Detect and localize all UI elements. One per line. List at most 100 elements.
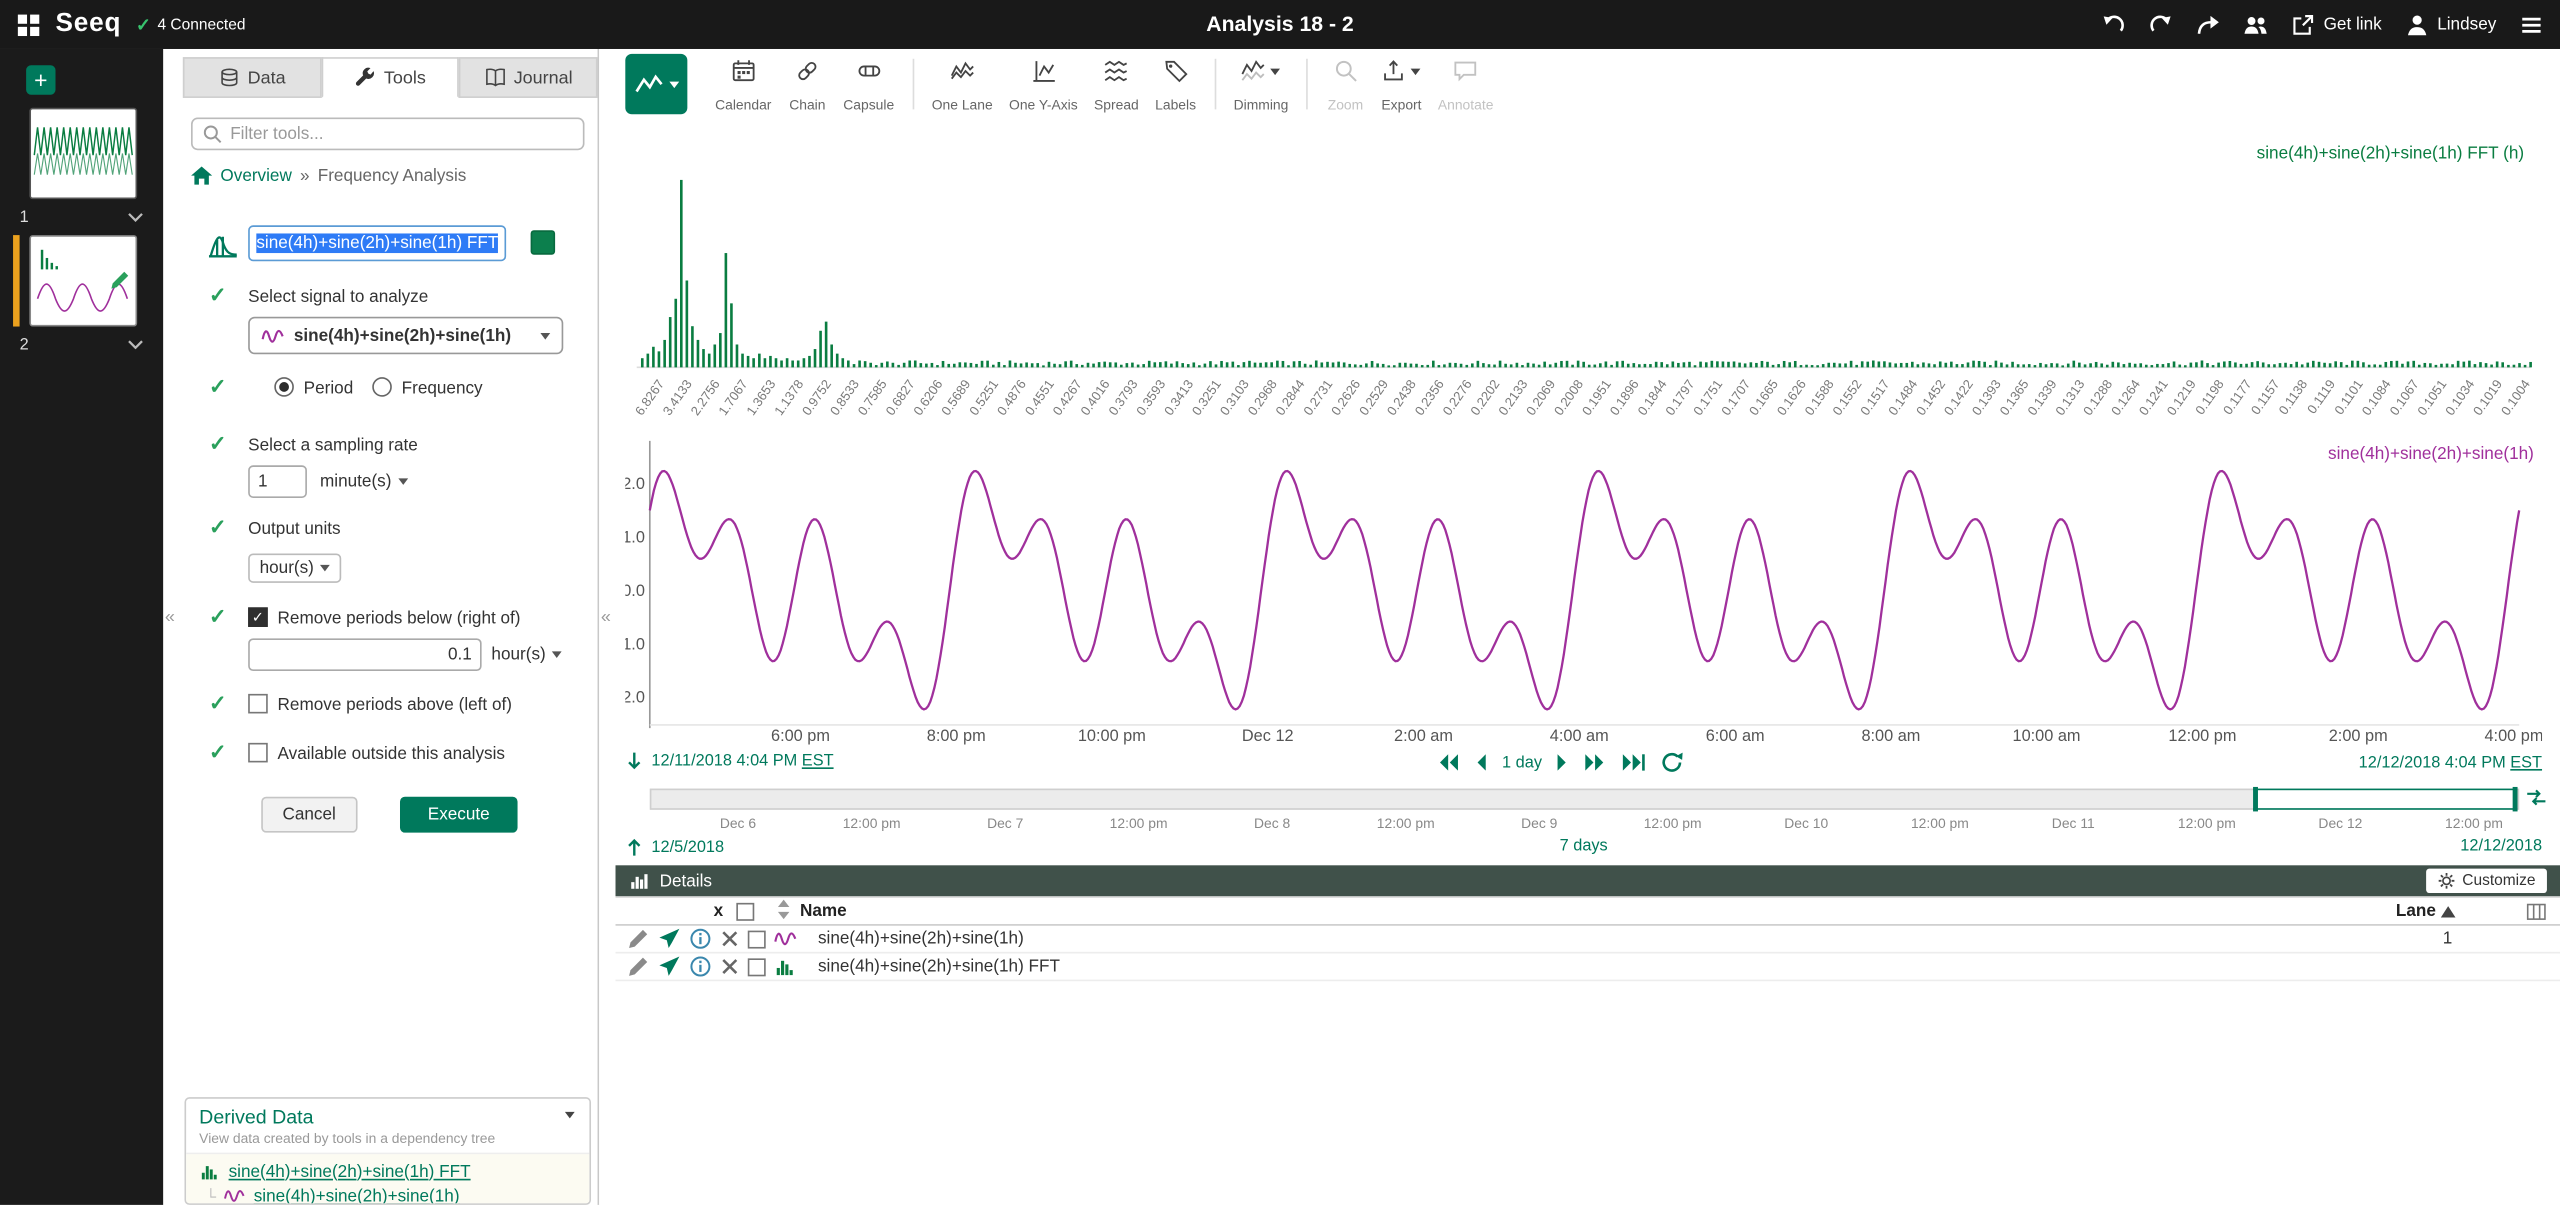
output-unit-dropdown[interactable]: hour(s) — [248, 553, 342, 583]
timebar-expand-icon[interactable] — [2526, 787, 2547, 813]
investigate-end[interactable]: 12/12/2018 — [2460, 838, 2542, 856]
tab-tools[interactable]: Tools — [321, 57, 460, 98]
trend-view-button[interactable] — [625, 53, 688, 115]
customize-button[interactable]: Customize — [2426, 868, 2547, 894]
edit-icon[interactable] — [627, 927, 650, 950]
investigate-start[interactable]: 12/5/2018 — [625, 838, 724, 858]
fft-chart[interactable]: 6.82673.41332.27561.70671.36531.13780.97… — [625, 134, 2542, 425]
agents-connected-status[interactable]: ✓ 4 Connected — [136, 14, 246, 36]
labels-tool[interactable]: Labels — [1147, 54, 1204, 114]
name-column-header[interactable]: Name — [800, 901, 847, 921]
info-icon[interactable] — [689, 955, 712, 978]
remove-below-input[interactable] — [248, 638, 482, 672]
details-table-body: sine(4h)+sine(2h)+sine(1h) 1 sine(4h)+sine… — [615, 926, 2560, 982]
capsule-tool[interactable]: Capsule — [835, 54, 902, 114]
investigate-duration[interactable]: 7 days — [1560, 838, 1608, 856]
dimming-tool[interactable]: Dimming — [1225, 54, 1296, 114]
app-grid-icon[interactable] — [16, 12, 40, 36]
trend-chart[interactable]: 2.0 1.0 0.0 -1.0 -2.0 6:00 pm 8:00 pm 10:00 pm D… — [625, 428, 2542, 748]
refresh-icon[interactable] — [1661, 751, 1684, 774]
step-size-label[interactable]: 1 day — [1502, 753, 1542, 771]
row-checkbox[interactable] — [747, 957, 766, 976]
tab-data[interactable]: Data — [182, 57, 322, 98]
share-icon[interactable] — [2196, 12, 2220, 36]
chain-tool[interactable]: Chain — [780, 54, 836, 114]
step-forward-fast-icon[interactable] — [1584, 753, 1607, 773]
edit-icon[interactable] — [627, 955, 650, 978]
export-tool[interactable]: Export — [1373, 54, 1429, 114]
worksheet-thumbnail-1[interactable] — [29, 107, 138, 200]
columns-icon[interactable] — [2526, 901, 2547, 927]
worksheet-menu-icon[interactable] — [127, 208, 143, 226]
one-lane-tool[interactable]: One Lane — [924, 54, 1001, 114]
svg-text:8:00 am: 8:00 am — [1861, 727, 1920, 745]
spread-tool[interactable]: Spread — [1086, 54, 1147, 114]
timebar-scrubber[interactable] — [649, 786, 2520, 812]
navigate-icon[interactable] — [658, 955, 681, 978]
remove-all-column-header[interactable]: x — [709, 901, 729, 921]
worksheet-menu-icon[interactable] — [127, 336, 143, 354]
toolbar-divider — [1214, 58, 1216, 110]
calendar-tool[interactable]: Calendar — [707, 54, 780, 114]
collapse-chevron-icon[interactable] — [564, 1111, 575, 1119]
get-link-button[interactable]: Get link — [2291, 12, 2382, 36]
collapse-tools-panel-icon[interactable]: « — [601, 607, 611, 627]
undo-icon[interactable] — [2102, 12, 2126, 36]
one-y-axis-tool[interactable]: One Y-Axis — [1001, 54, 1086, 114]
breadcrumb-overview-link[interactable]: Overview — [220, 167, 291, 187]
users-icon[interactable] — [2244, 12, 2268, 36]
derived-item-link[interactable]: sine(4h)+sine(2h)+sine(1h) FFT — [229, 1162, 471, 1182]
new-worksheet-button[interactable]: + — [26, 65, 56, 95]
svg-text:Dec 12: Dec 12 — [1242, 727, 1294, 745]
sampling-unit-dropdown[interactable]: minute(s) — [320, 472, 408, 491]
period-radio[interactable] — [274, 377, 294, 397]
signal-select[interactable]: sine(4h)+sine(2h)+sine(1h) — [248, 316, 564, 355]
color-swatch[interactable] — [530, 230, 556, 255]
display-range-end[interactable]: 12/12/2018 4:04 PM EST — [2359, 754, 2542, 772]
user-menu[interactable]: Lindsey — [2405, 12, 2496, 36]
selection-left-handle[interactable] — [2253, 786, 2259, 812]
timebar-selection[interactable] — [2253, 786, 2518, 812]
below-unit-dropdown[interactable]: hour(s) — [491, 645, 563, 664]
frequency-radio[interactable] — [372, 377, 392, 397]
tool-name-input[interactable]: sine(4h)+sine(2h)+sine(1h) FFT — [248, 225, 507, 262]
table-row[interactable]: sine(4h)+sine(2h)+sine(1h) 1 — [615, 926, 2560, 954]
row-checkbox[interactable] — [747, 929, 766, 948]
worksheet-thumbnail-2[interactable] — [29, 235, 138, 327]
svg-text:1.0: 1.0 — [625, 529, 645, 547]
remove-below-checkbox[interactable] — [248, 607, 268, 627]
navigate-icon[interactable] — [658, 927, 681, 950]
lane-column-header[interactable]: Lane — [2396, 901, 2436, 921]
sampling-rate-input[interactable] — [248, 465, 307, 498]
annotate-tool: Annotate — [1430, 54, 1502, 114]
step-back-icon[interactable] — [1474, 753, 1487, 773]
cancel-button[interactable]: Cancel — [261, 796, 358, 833]
tab-journal[interactable]: Journal — [459, 57, 598, 98]
selected-text: sine(4h)+sine(2h)+sine(1h) FFT — [256, 233, 499, 254]
remove-icon[interactable] — [720, 957, 740, 977]
svg-text:2.0: 2.0 — [625, 475, 645, 493]
derived-item-link[interactable]: sine(4h)+sine(2h)+sine(1h) — [254, 1186, 460, 1203]
remove-icon[interactable] — [720, 929, 740, 949]
derived-item: └ sine(4h)+sine(2h)+sine(1h) — [199, 1184, 576, 1203]
step-forward-icon[interactable] — [1557, 753, 1570, 773]
step-back-fast-icon[interactable] — [1437, 753, 1460, 773]
hamburger-menu-icon[interactable] — [2519, 12, 2543, 36]
select-all-checkbox[interactable] — [736, 902, 755, 920]
filter-tools-input[interactable] — [230, 124, 574, 144]
timebar-tick-label: 12:00 pm — [1109, 814, 1168, 832]
collapse-worksheet-panel-icon[interactable]: « — [165, 607, 175, 627]
info-icon[interactable] — [689, 927, 712, 950]
home-icon[interactable] — [191, 166, 213, 187]
top-bar: Seeq ✓ 4 Connected Analysis 18 - 2 Get l… — [0, 0, 2560, 49]
execute-button[interactable]: Execute — [399, 796, 518, 833]
table-row[interactable]: sine(4h)+sine(2h)+sine(1h) FFT — [615, 953, 2560, 982]
remove-above-checkbox[interactable] — [248, 693, 268, 714]
display-range-start[interactable]: 12/11/2018 4:04 PM EST — [625, 751, 834, 771]
step-to-end-icon[interactable] — [1622, 753, 1646, 773]
svg-text:0.1198: 0.1198 — [2192, 377, 2227, 417]
sort-icon[interactable] — [777, 898, 790, 923]
available-outside-checkbox[interactable] — [248, 742, 268, 763]
redo-icon[interactable] — [2149, 12, 2173, 36]
selection-right-handle[interactable] — [2512, 786, 2518, 812]
